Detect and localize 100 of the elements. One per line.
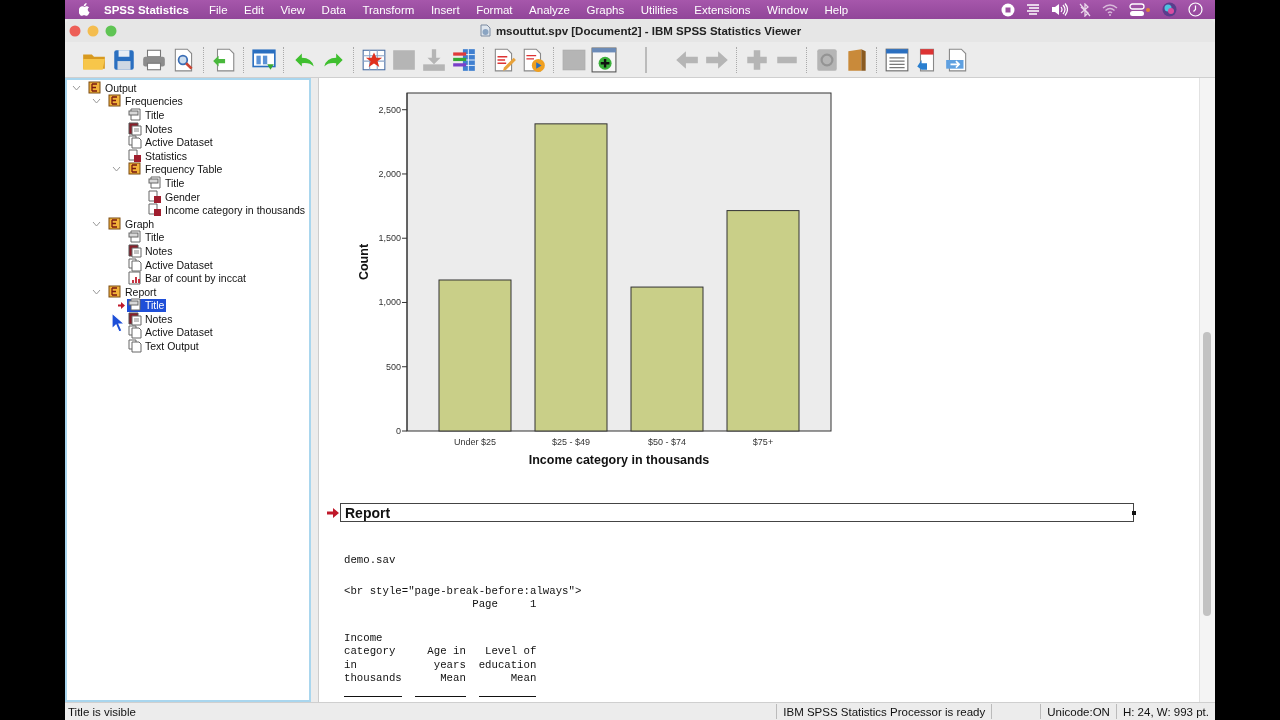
window-arrow-icon[interactable] <box>251 46 277 73</box>
document-icon <box>128 257 142 272</box>
tick-label: 2,000 <box>378 168 401 179</box>
volume-icon[interactable] <box>1051 3 1068 16</box>
menu-item[interactable]: Format <box>476 3 513 16</box>
scrollbar[interactable] <box>1199 78 1215 702</box>
window-lines-icon[interactable] <box>884 46 910 73</box>
document-icon <box>478 24 492 37</box>
column-heading: Level of education Mean <box>478 645 537 697</box>
tick-label: 0 <box>396 426 401 436</box>
tree-item[interactable]: Active Dataset <box>127 135 215 149</box>
column-heading: Age in years Mean <box>414 645 466 697</box>
tree-item[interactable]: Frequency Table <box>127 162 225 176</box>
window-title: msouttut.spv [Document2] - IBM SPSS Statistics Viewer <box>495 24 802 37</box>
menu-item[interactable]: Transform <box>362 3 415 16</box>
tree-item[interactable]: Title <box>127 298 167 312</box>
tree-item[interactable]: Title <box>127 230 167 244</box>
category-label: $50 - $74 <box>648 437 686 447</box>
menu-item[interactable]: Help <box>824 3 849 16</box>
book-icon <box>88 80 102 95</box>
title-page-icon <box>128 298 142 313</box>
document-arrow-icon[interactable] <box>211 46 237 73</box>
wifi-icon[interactable] <box>1102 3 1118 16</box>
page-number: 1 <box>530 598 537 612</box>
tree-item[interactable]: Title <box>127 108 167 122</box>
book-icon <box>108 284 122 299</box>
tick-label: 1,500 <box>378 233 401 244</box>
apple-icon[interactable] <box>79 3 90 16</box>
status-message: Title is visible <box>68 705 136 718</box>
menu-item[interactable]: File <box>209 3 228 16</box>
tree-item[interactable]: Income category in thousands <box>147 203 308 217</box>
title-page-icon <box>128 230 142 245</box>
bluetooth-icon[interactable] <box>1079 2 1091 17</box>
current-arrow-icon <box>118 301 125 309</box>
tree-item[interactable]: Frequencies <box>107 94 185 108</box>
document-icon <box>128 135 142 150</box>
document-play-icon[interactable] <box>521 46 547 73</box>
menu-item[interactable]: Insert <box>430 3 460 16</box>
chevron-icon[interactable] <box>111 166 121 173</box>
variable-bars-icon[interactable] <box>451 46 477 73</box>
tree-item[interactable]: Graph <box>107 217 157 231</box>
report-heading-box[interactable]: Report <box>340 503 1134 522</box>
tree-item[interactable]: Active Dataset <box>127 258 215 271</box>
title-page-icon <box>128 108 142 122</box>
zoom-button[interactable] <box>105 24 117 37</box>
dimensions-status: H: 24, W: 993 pt. <box>1122 705 1209 718</box>
tree-item[interactable]: Title <box>147 176 187 190</box>
book-icon <box>108 94 122 109</box>
book-icon <box>108 216 122 231</box>
menu-item[interactable]: Data <box>321 3 346 16</box>
tree-item[interactable]: Report <box>107 285 159 299</box>
scrollbar-thumb[interactable] <box>1203 332 1211 616</box>
menu-item[interactable]: Graphs <box>586 3 625 16</box>
y-axis-title: Count <box>357 243 371 281</box>
list-icon[interactable] <box>1026 3 1040 16</box>
chevron-icon[interactable] <box>91 220 101 227</box>
clock-icon[interactable] <box>1188 2 1203 17</box>
window-plus-icon[interactable] <box>591 46 617 73</box>
tree-item[interactable]: Gender <box>147 190 203 204</box>
markup-text: <br style="page-break-before:always"> <box>344 584 582 597</box>
book-icon <box>128 162 142 177</box>
title-page-icon <box>148 175 162 190</box>
menu-item[interactable]: Edit <box>244 3 264 16</box>
tree-item[interactable]: Notes <box>127 122 175 136</box>
table-page-icon <box>148 189 162 204</box>
category-label: Under $25 <box>454 437 496 447</box>
chevron-icon[interactable] <box>71 84 81 91</box>
close-button[interactable] <box>69 24 81 37</box>
tick-label: 1,000 <box>378 297 401 308</box>
tree-item[interactable]: Bar of count by inccat <box>127 271 248 285</box>
notes-page-icon <box>128 311 142 326</box>
menu-item[interactable]: Extensions <box>694 3 751 16</box>
app-menu[interactable]: SPSS Statistics <box>104 3 189 16</box>
notes-page-icon <box>128 243 142 258</box>
menu-item[interactable]: Analyze <box>529 3 570 16</box>
tree-item[interactable]: Notes <box>127 312 175 326</box>
processor-status: IBM SPSS Statistics Processor is ready <box>783 705 986 718</box>
record-icon[interactable] <box>1001 2 1015 17</box>
resize-handle[interactable] <box>1132 511 1136 515</box>
siri-icon[interactable] <box>1162 2 1177 17</box>
menu-item[interactable]: View <box>280 3 306 16</box>
tree-item[interactable]: Active Dataset <box>127 326 215 339</box>
chevron-icon[interactable] <box>91 288 101 295</box>
menu-item[interactable]: Utilities <box>640 3 678 16</box>
tree-item[interactable]: Text Output <box>127 339 201 353</box>
document-icon <box>128 339 142 354</box>
tick-label: 2,500 <box>378 104 401 115</box>
report-heading: Report <box>345 504 391 521</box>
notes-page-icon <box>128 121 142 136</box>
control-center-icon[interactable] <box>1129 2 1151 17</box>
menu-item[interactable]: Window <box>767 3 808 16</box>
tree-item[interactable]: Output <box>87 81 139 95</box>
tick-label: 500 <box>385 361 401 372</box>
chevron-icon[interactable] <box>91 98 101 105</box>
table-page-icon <box>148 203 162 218</box>
chart-page-icon <box>128 271 142 286</box>
x-axis-title: Income category in thousands <box>528 453 710 467</box>
document-icon <box>128 325 142 340</box>
tree-item[interactable]: Statistics <box>127 149 189 163</box>
tree-item[interactable]: Notes <box>127 244 175 258</box>
